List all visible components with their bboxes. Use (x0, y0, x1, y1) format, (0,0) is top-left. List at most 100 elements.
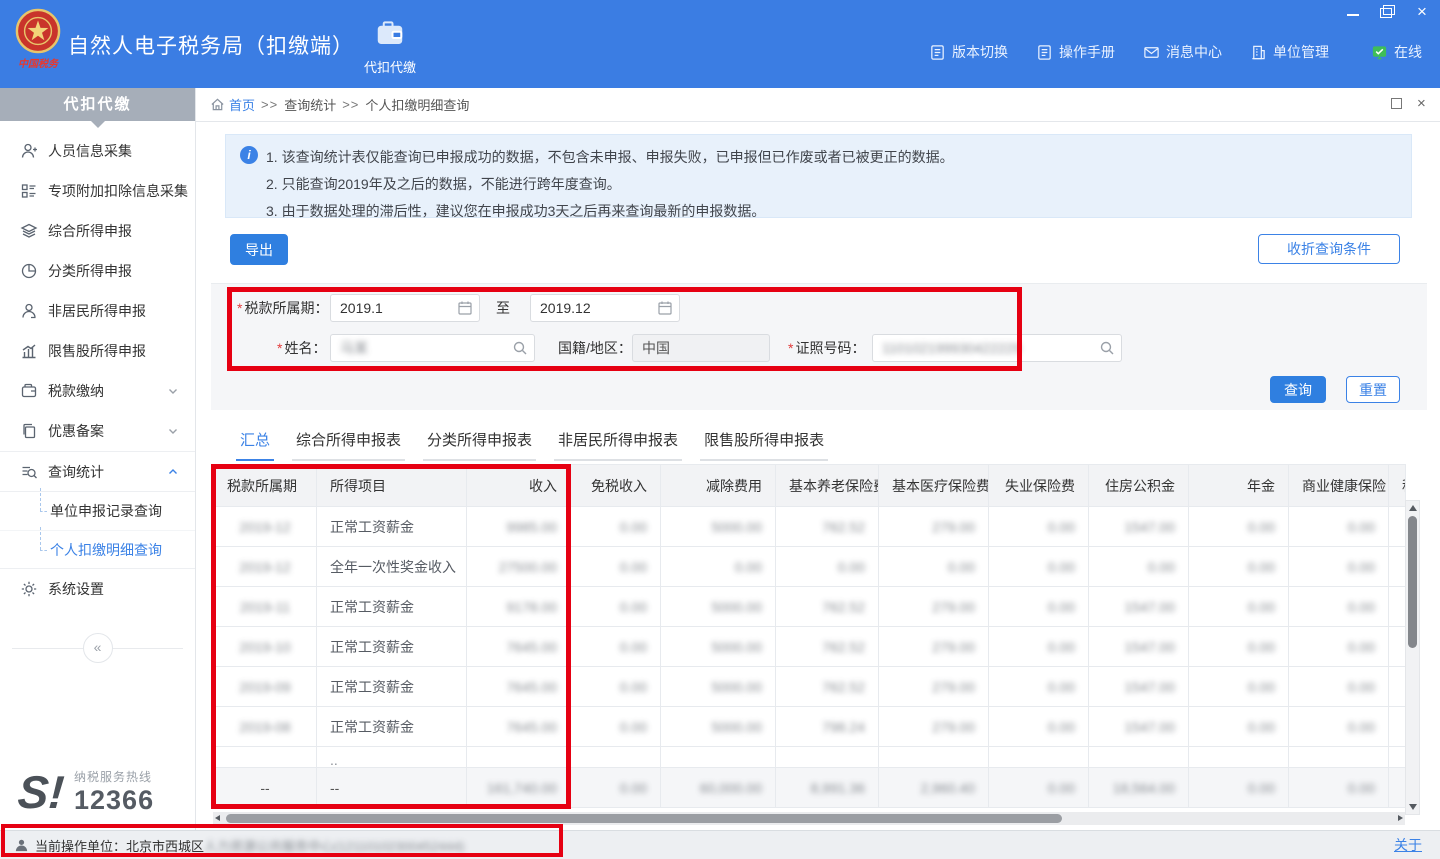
table-cell: 2019-11 (214, 587, 317, 627)
table-cell (1389, 707, 1406, 747)
header-menu-mail-消息中心[interactable]: 消息中心 (1143, 42, 1222, 62)
status-bar: 当前操作单位：北京市西城区人力资源公共服务中心(1211010230045244… (0, 830, 1440, 859)
name-input[interactable]: 马某 (330, 334, 535, 362)
query-button[interactable]: 查询 (1270, 376, 1326, 403)
table-cell: 全年一次性奖金收入 (317, 547, 467, 587)
table-cell (1389, 627, 1406, 667)
scroll-down-arrow[interactable] (1409, 804, 1417, 810)
table-cell: 5000.00 (661, 627, 776, 667)
wallet-icon (375, 18, 405, 48)
sidebar-item-专项附加扣除信息采集[interactable]: 专项附加扣除信息采集 (0, 171, 195, 211)
table-total-row: ----161,740.000.0060,000.008,991.362,960… (214, 768, 1406, 808)
table-cell: 27500.00 (467, 547, 571, 587)
wallet-s-icon (20, 382, 38, 400)
collapse-conditions-button[interactable]: 收折查询条件 (1258, 234, 1400, 264)
column-header-免税收入: 免税收入 (571, 465, 661, 507)
sidebar-item-优惠备案[interactable]: 优惠备案 (0, 411, 195, 451)
column-header-所得项目: 所得项目 (317, 465, 467, 507)
table-row: 2019-12正常工资薪金9985.000.005000.00762.52279… (214, 507, 1406, 547)
table-cell: 0.00 (989, 667, 1089, 707)
table-cell: 0.00 (989, 627, 1089, 667)
nationality-label: 国籍/地区： (558, 334, 632, 362)
table-cell: 0.00 (1189, 707, 1289, 747)
tab-综合所得申报表[interactable]: 综合所得申报表 (292, 425, 405, 461)
table-cell: 1547.00 (1089, 507, 1189, 547)
table-cell: 正常工资薪金 (317, 707, 467, 747)
module-tab-daikoudaijiao[interactable]: 代扣代缴 (348, 16, 432, 80)
search-icon[interactable] (512, 340, 528, 356)
export-button[interactable]: 导出 (230, 234, 288, 265)
sidebar-subitem-单位申报记录查询[interactable]: 单位申报记录查询 (0, 492, 195, 530)
header-menu-online-在线[interactable]: 在线 (1371, 42, 1422, 62)
calendar-icon[interactable] (457, 300, 473, 316)
table-cell: 762.52 (776, 587, 879, 627)
minimize-button[interactable] (1346, 6, 1360, 18)
table-cell (1389, 507, 1406, 547)
sidebar-item-查询统计[interactable]: 查询统计 (0, 451, 195, 491)
header-menu-building-单位管理[interactable]: 单位管理 (1250, 42, 1329, 62)
tab-分类所得申报表[interactable]: 分类所得申报表 (423, 425, 536, 461)
period-label: *税款所属期： (237, 294, 328, 322)
scroll-left-arrow[interactable] (215, 815, 220, 821)
nationality-input: 中国 (632, 334, 770, 362)
breadcrumb-home-link[interactable]: 首页 (229, 95, 255, 114)
sidebar-item-分类所得申报[interactable]: 分类所得申报 (0, 251, 195, 291)
table-cell: 0.00 (1289, 587, 1389, 627)
table-cell: 2019-08 (214, 707, 317, 747)
tab-非居民所得申报表[interactable]: 非居民所得申报表 (554, 425, 682, 461)
close-button[interactable]: × (1414, 6, 1430, 18)
breadcrumb-item-current: 个人扣缴明细查询 (365, 95, 469, 114)
table-cell (1289, 747, 1389, 768)
horizontal-scroll-thumb[interactable] (226, 814, 1062, 823)
table-cell (776, 747, 879, 768)
panel-maximize-icon[interactable] (1390, 97, 1403, 110)
table-cell: 0.00 (1289, 707, 1389, 747)
result-table-zone: 税款所属期所得项目收入免税收入减除费用基本养老保险费基本医疗保险费失业保险费住房… (213, 464, 1405, 808)
header-menu-doc-版本切换[interactable]: 版本切换 (929, 42, 1008, 62)
reset-button[interactable]: 重置 (1346, 376, 1400, 403)
vertical-scrollbar[interactable] (1405, 500, 1420, 815)
sidebar-item-税款缴纳[interactable]: 税款缴纳 (0, 371, 195, 411)
sidebar-item-人员信息采集[interactable]: 人员信息采集 (0, 131, 195, 171)
sidebar-collapse-button[interactable]: « (83, 633, 113, 663)
horizontal-scrollbar[interactable] (213, 812, 1405, 825)
table-cell (1389, 587, 1406, 627)
table-cell: 0.00 (989, 707, 1089, 747)
period-from-input[interactable]: 2019.1 (330, 294, 480, 322)
sidebar-item-限售股所得申报[interactable]: 限售股所得申报 (0, 331, 195, 371)
table-cell: 正常工资薪金 (317, 627, 467, 667)
info-icon: i (240, 146, 258, 164)
table-header-row: 税款所属期所得项目收入免税收入减除费用基本养老保险费基本医疗保险费失业保险费住房… (214, 465, 1406, 507)
period-to-input[interactable]: 2019.12 (530, 294, 680, 322)
table-cell: 0.00 (571, 768, 661, 808)
id-number-input[interactable]: 110102199930422229 (872, 334, 1122, 362)
column-header-基本医疗保险费: 基本医疗保险费 (879, 465, 989, 507)
header-menu-label: 消息中心 (1166, 42, 1222, 62)
scroll-up-arrow[interactable] (1409, 505, 1417, 511)
sidebar-item-非居民所得申报[interactable]: 非居民所得申报 (0, 291, 195, 331)
id-number-label: *证照号码： (788, 334, 865, 362)
search-icon[interactable] (1099, 340, 1115, 356)
table-cell: 1547.00 (1089, 627, 1189, 667)
vertical-scroll-thumb[interactable] (1408, 516, 1417, 648)
tab-汇总[interactable]: 汇总 (236, 425, 274, 461)
calendar-icon[interactable] (657, 300, 673, 316)
about-link[interactable]: 关于 (1394, 835, 1422, 855)
restore-button[interactable] (1380, 6, 1394, 18)
sidebar-item-系统设置[interactable]: 系统设置 (0, 569, 195, 609)
table-row: .. (214, 747, 1406, 768)
table-cell: 0.00 (1189, 547, 1289, 587)
notice-lines: 1. 该查询统计表仅能查询已申报成功的数据，不包含未申报、申报失败，已申报但已作… (266, 144, 954, 225)
table-cell: 60,000.00 (661, 768, 776, 808)
scroll-right-arrow[interactable] (1398, 815, 1403, 821)
table-row: 2019-09正常工资薪金7645.000.005000.00762.52279… (214, 667, 1406, 707)
breadcrumb-item-query-stats[interactable]: 查询统计 (284, 95, 336, 114)
sidebar-subitem-个人扣缴明细查询[interactable]: 个人扣缴明细查询 (0, 530, 195, 568)
sidebar-item-综合所得申报[interactable]: 综合所得申报 (0, 211, 195, 251)
table-cell: 2019-12 (214, 547, 317, 587)
table-cell: 0.00 (1289, 507, 1389, 547)
header-menu-doc-操作手册[interactable]: 操作手册 (1036, 42, 1115, 62)
panel-close-icon[interactable]: × (1417, 97, 1430, 110)
table-cell: 1547.00 (1089, 587, 1189, 627)
tab-限售股所得申报表[interactable]: 限售股所得申报表 (700, 425, 828, 461)
